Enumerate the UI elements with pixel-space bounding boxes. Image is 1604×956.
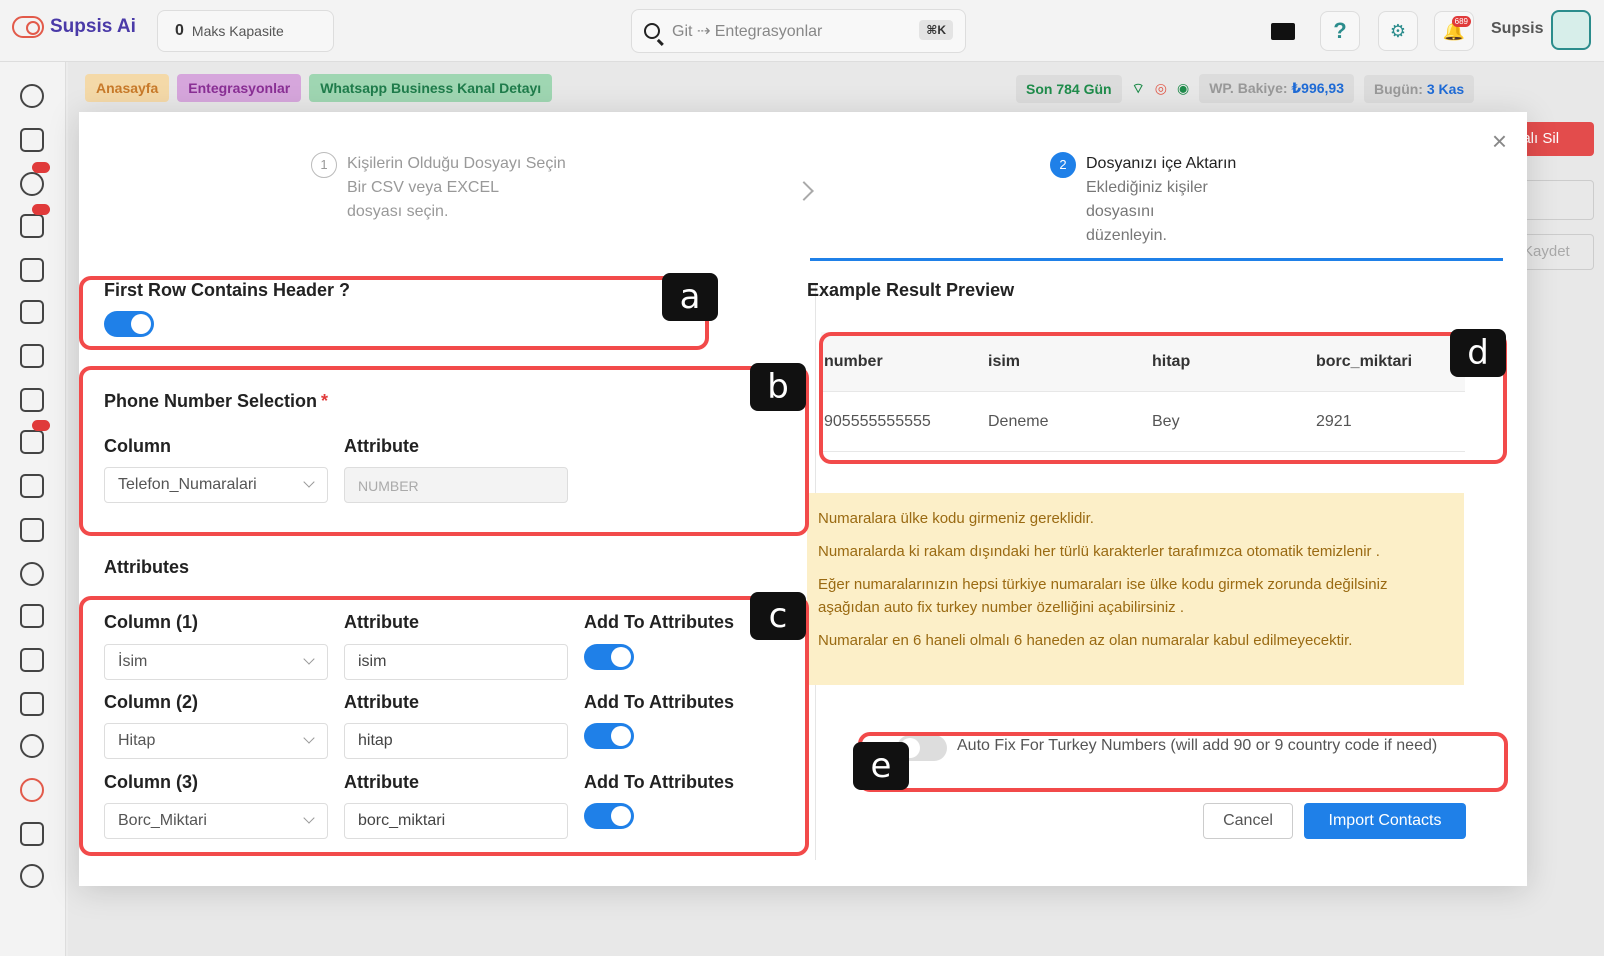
mail-icon[interactable]: [1263, 11, 1303, 51]
store-icon[interactable]: [20, 822, 44, 846]
close-icon[interactable]: ×: [1492, 126, 1507, 157]
breadcrumb: Anasayfa Entegrasyonlar Whatsapp Busines…: [85, 74, 553, 102]
step-2: 2 Dosyanızı içe Aktarın Eklediğiniz kişi…: [1050, 152, 1300, 248]
active-step-underline: [810, 258, 1503, 261]
search-icon: [644, 23, 660, 39]
status-icon: ◉: [1176, 80, 1190, 96]
warning-text: Eğer numaralarınızın hepsi türkiye numar…: [818, 576, 1388, 616]
notes-icon[interactable]: [20, 430, 44, 454]
chevron-right-icon: [794, 181, 814, 201]
chart-icon[interactable]: [20, 864, 44, 888]
annotation-label-d: d: [1450, 329, 1506, 377]
person-icon[interactable]: [20, 562, 44, 586]
breadcrumb-integrations[interactable]: Entegrasyonlar: [177, 74, 302, 102]
warning-text: Numaralarda ki rakam dışındaki her türlü…: [818, 543, 1380, 560]
capacity-value: 0: [175, 22, 184, 39]
status-bar: Son 784 Gün ⌔ ◎ ◉ WP. Bakiye: ₺996,93 Bu…: [1016, 74, 1475, 103]
top-bar: Supsis Ai 0 Maks Kapasite Git ⇢ Entegras…: [0, 0, 1604, 62]
step-description: Bir CSV veya EXCEL dosyası seçin.: [347, 179, 499, 220]
chat-icon[interactable]: [20, 84, 44, 108]
wifi-icon: ⌔: [1131, 79, 1145, 96]
highlight-box-a: [79, 276, 709, 350]
avatar[interactable]: [1551, 10, 1591, 50]
step-number: 1: [311, 152, 337, 178]
users-icon[interactable]: [20, 172, 44, 196]
grid-icon[interactable]: [20, 692, 44, 716]
edit-icon[interactable]: [20, 604, 44, 628]
preview-title: Example Result Preview: [807, 280, 1015, 300]
annotation-label-e: e: [853, 742, 909, 790]
cancel-button[interactable]: Cancel: [1203, 803, 1293, 839]
document-icon[interactable]: [20, 388, 44, 412]
annotation-label-a: a: [662, 273, 718, 321]
warning-box: Numaralara ülke kodu girmeniz gereklidir…: [807, 493, 1464, 685]
search-input[interactable]: Git ⇢ Entegrasyonlar: [672, 21, 822, 41]
step-title: Kişilerin Olduğu Dosyayı Seçin: [347, 155, 566, 172]
today-date: Bugün: 3 Kas: [1363, 74, 1475, 103]
archive-icon[interactable]: [20, 518, 44, 542]
shortcut-badge: ⌘K: [919, 20, 953, 40]
sidebar: [0, 62, 66, 956]
warning-text: Numaralar en 6 haneli olmalı 6 haneden a…: [818, 632, 1353, 649]
warning-text: Numaralara ülke kodu girmeniz gereklidir…: [818, 510, 1094, 527]
inbox-icon[interactable]: [20, 128, 44, 152]
step-description: Eklediğiniz kişiler dosyasını düzenleyin…: [1086, 179, 1208, 244]
annotation-label-c: c: [750, 592, 806, 640]
new-badge: [32, 162, 50, 173]
share-icon[interactable]: [20, 778, 44, 802]
bell-icon[interactable]: 🔔 689: [1434, 11, 1474, 51]
wp-balance: WP. Bakiye: ₺996,93: [1199, 74, 1354, 103]
brand-name: Supsis Ai: [50, 16, 136, 37]
lightning-icon[interactable]: [20, 648, 44, 672]
calendar-icon[interactable]: [20, 344, 44, 368]
logo-icon: [12, 16, 44, 38]
new-badge: [32, 420, 50, 431]
step-1: 1 Kişilerin Olduğu Dosyayı Seçin Bir CSV…: [311, 152, 611, 224]
capacity-label: Maks Kapasite: [191, 23, 284, 39]
attributes-title: Attributes: [104, 557, 189, 577]
mail-icon[interactable]: [20, 300, 44, 324]
table-icon[interactable]: [20, 214, 44, 238]
notification-badge: 689: [1451, 16, 1471, 27]
ticket-icon[interactable]: [20, 474, 44, 498]
whatsapp-icon[interactable]: ◎: [1155, 80, 1167, 97]
import-contacts-button[interactable]: Import Contacts: [1304, 803, 1466, 839]
contact-card-icon[interactable]: [20, 258, 44, 282]
highlight-box-d: [819, 332, 1507, 464]
capacity-indicator[interactable]: 0 Maks Kapasite: [157, 10, 334, 52]
highlight-box-b: [79, 366, 809, 536]
highlight-box-c: [79, 596, 809, 856]
gear-icon[interactable]: [20, 734, 44, 758]
new-badge: [32, 204, 50, 215]
global-search[interactable]: Git ⇢ Entegrasyonlar ⌘K: [631, 9, 966, 53]
highlight-box-e: [858, 732, 1508, 792]
breadcrumb-home[interactable]: Anasayfa: [85, 74, 170, 102]
settings-icon[interactable]: ⚙: [1378, 11, 1418, 51]
brand-logo[interactable]: Supsis Ai: [12, 16, 136, 38]
step-number: 2: [1050, 152, 1076, 178]
days-badge: Son 784 Gün: [1016, 74, 1122, 103]
step-title: Dosyanızı içe Aktarın: [1086, 155, 1237, 172]
user-name[interactable]: Supsis: [1491, 20, 1543, 38]
annotation-label-b: b: [750, 363, 806, 411]
help-icon[interactable]: ?: [1320, 11, 1360, 51]
breadcrumb-channel-detail[interactable]: Whatsapp Business Kanal Detayı: [309, 74, 553, 102]
